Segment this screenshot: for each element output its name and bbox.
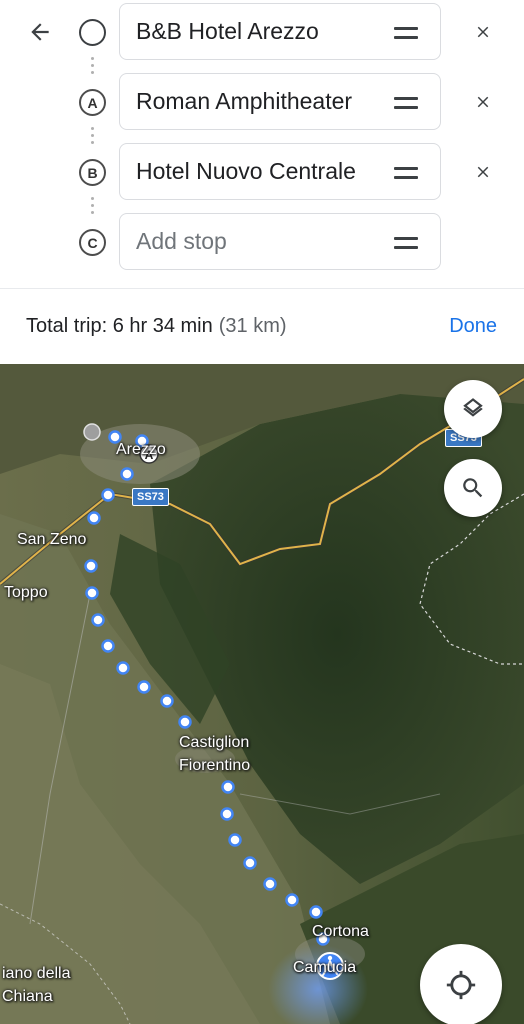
route-dot — [137, 680, 151, 694]
add-stop-field[interactable]: Add stop — [119, 213, 441, 270]
close-icon — [477, 166, 489, 178]
stop-b-field[interactable]: Hotel Nuovo Centrale — [119, 143, 441, 200]
done-button[interactable]: Done — [449, 315, 497, 338]
road-badge-ss73: SS73 — [132, 488, 169, 506]
remove-stop-button[interactable] — [470, 89, 496, 115]
map-label-foiano-1: iano della — [2, 965, 71, 982]
remove-stop-button[interactable] — [470, 19, 496, 45]
map-terrain: A — [0, 364, 524, 1024]
my-location-icon — [446, 970, 476, 1000]
map-label-arezzo: Arezzo — [116, 441, 166, 458]
route-dot — [263, 877, 277, 891]
route-dot — [309, 905, 323, 919]
route-dot — [87, 511, 101, 525]
origin-value: B&B Hotel Arezzo — [136, 18, 319, 44]
layers-button[interactable] — [444, 380, 502, 438]
route-dot — [220, 807, 234, 821]
stop-b-marker-icon: B — [79, 159, 106, 186]
connector-dots — [91, 57, 95, 74]
route-dot — [84, 559, 98, 573]
add-stop-placeholder: Add stop — [136, 228, 227, 254]
trip-duration: Total trip: 6 hr 34 min — [26, 315, 213, 337]
stop-a-field[interactable]: Roman Amphitheater — [119, 73, 441, 130]
trip-summary: Total trip: 6 hr 34 min (31 km) — [26, 315, 287, 338]
drag-handle-icon[interactable] — [394, 27, 418, 39]
route-dot — [85, 586, 99, 600]
route-dot — [160, 694, 174, 708]
stop-row-a: A Roman Amphitheater — [0, 73, 524, 131]
route-dot — [116, 661, 130, 675]
connector-dots — [91, 197, 95, 214]
stop-row-c: C Add stop — [0, 213, 524, 271]
route-dot — [101, 639, 115, 653]
route-dot — [101, 488, 115, 502]
map-label-san-zeno: San Zeno — [17, 531, 87, 548]
search-along-route-button[interactable] — [444, 459, 502, 517]
stop-c-marker-icon: C — [79, 229, 106, 256]
stop-a-value: Roman Amphitheater — [136, 88, 353, 114]
remove-stop-button[interactable] — [470, 159, 496, 185]
close-icon — [477, 96, 489, 108]
map-label-fiorentino: Fiorentino — [179, 757, 251, 774]
route-dot — [228, 833, 242, 847]
drag-handle-icon[interactable] — [394, 237, 418, 249]
route-dot — [120, 467, 134, 481]
close-icon — [477, 26, 489, 38]
directions-header: B&B Hotel Arezzo A Roman Amphitheater B … — [0, 0, 524, 288]
trip-distance: (31 km) — [218, 315, 287, 337]
map-label-castiglion: Castiglion — [179, 734, 250, 751]
satellite-map[interactable]: A Arezzo San Zeno Toppo Castiglion Fiore… — [0, 364, 524, 1024]
stop-row-origin: B&B Hotel Arezzo — [0, 3, 524, 61]
map-label-camucia: Camucia — [293, 959, 357, 976]
stop-row-b: B Hotel Nuovo Centrale — [0, 143, 524, 201]
connector-dots — [91, 127, 95, 144]
origin-field[interactable]: B&B Hotel Arezzo — [119, 3, 441, 60]
drag-handle-icon[interactable] — [394, 97, 418, 109]
route-dot — [91, 613, 105, 627]
stop-a-marker-icon: A — [79, 89, 106, 116]
trip-summary-bar: Total trip: 6 hr 34 min (31 km) Done — [0, 288, 524, 364]
search-icon — [463, 478, 483, 498]
route-dot — [285, 893, 299, 907]
route-dot — [178, 715, 192, 729]
map-label-toppo: Toppo — [4, 584, 48, 601]
route-dot — [221, 780, 235, 794]
my-location-button[interactable] — [420, 944, 502, 1024]
stop-b-value: Hotel Nuovo Centrale — [136, 158, 356, 184]
map-label-cortona: Cortona — [312, 923, 369, 940]
origin-pin[interactable] — [83, 423, 101, 441]
map-label-foiano-2: Chiana — [2, 988, 53, 1005]
layers-icon — [463, 398, 483, 417]
drag-handle-icon[interactable] — [394, 167, 418, 179]
route-dot — [243, 856, 257, 870]
origin-marker-icon — [79, 19, 106, 46]
